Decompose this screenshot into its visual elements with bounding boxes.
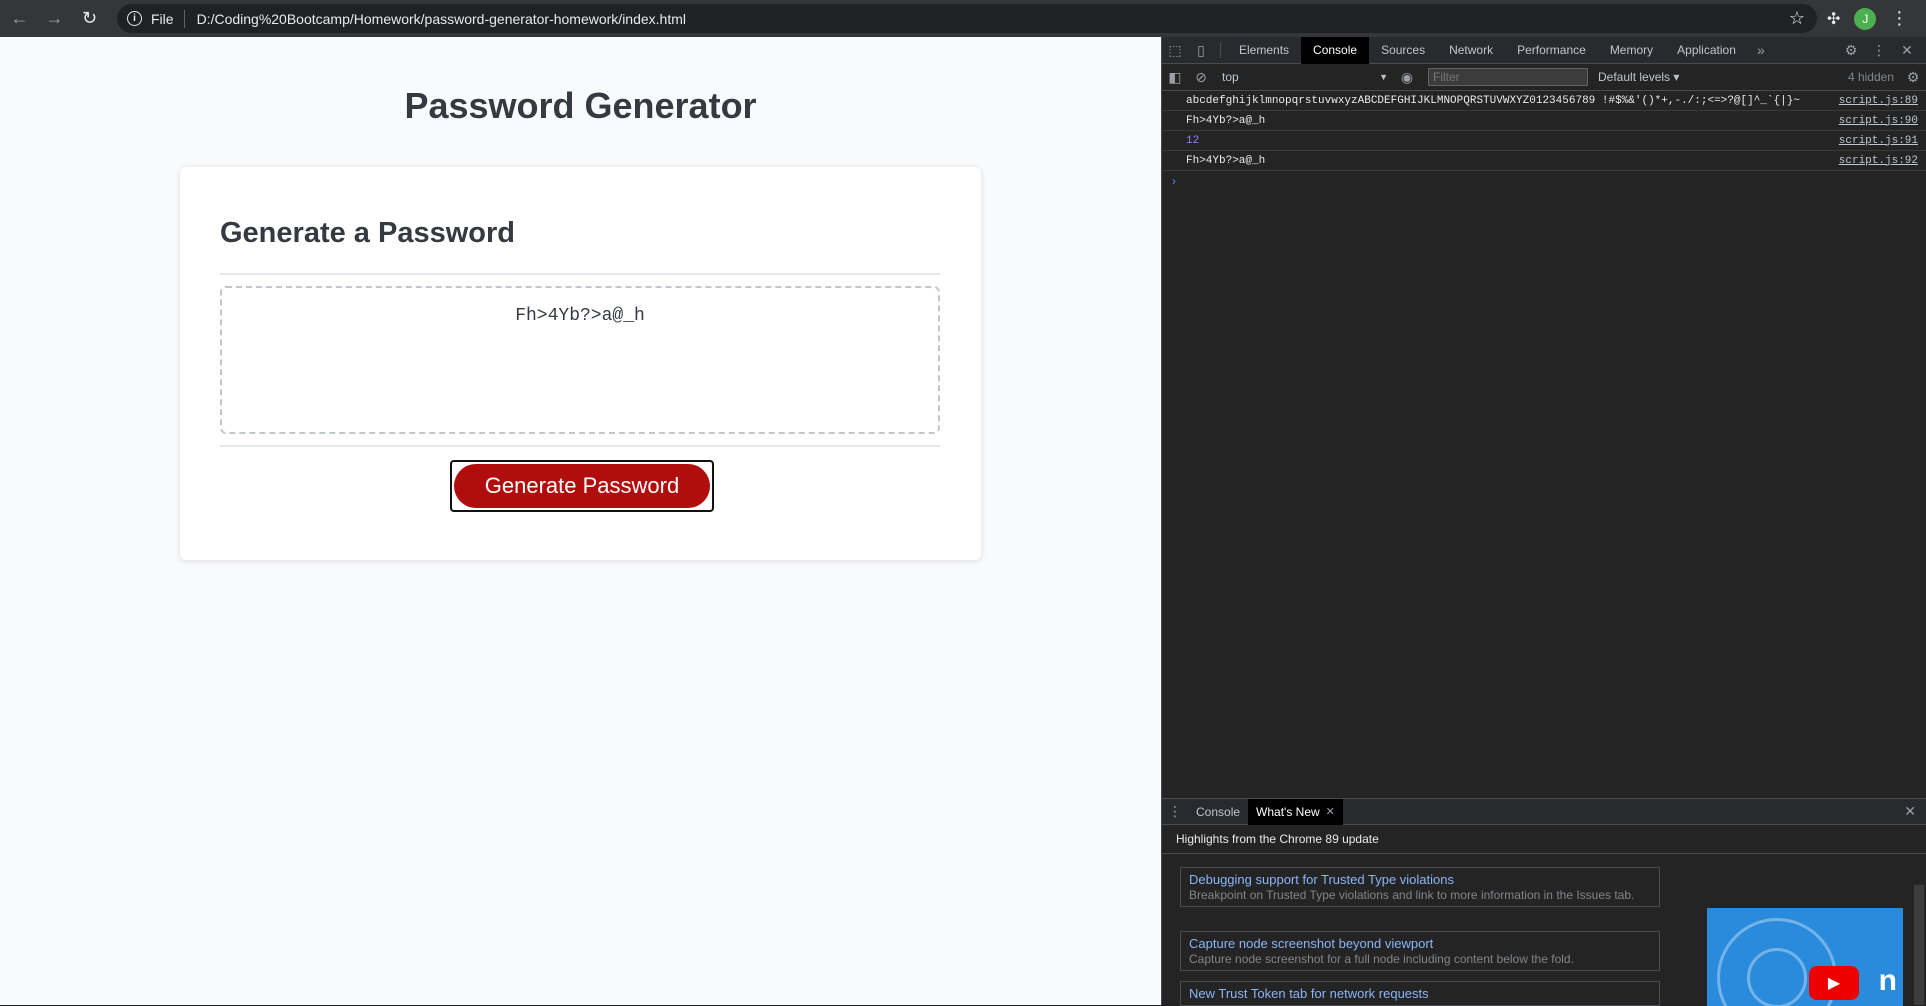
console-settings-icon[interactable]: ⚙ xyxy=(1900,64,1926,90)
settings-gear-icon[interactable]: ⚙ xyxy=(1838,37,1864,63)
chrome-menu-icon[interactable]: ⋮ xyxy=(1890,8,1908,29)
tab-application[interactable]: Application xyxy=(1665,37,1748,64)
tab-elements[interactable]: Elements xyxy=(1227,37,1301,64)
console-source-link[interactable]: script.js:89 xyxy=(1839,95,1918,107)
tab-memory[interactable]: Memory xyxy=(1598,37,1665,64)
card-divider-bottom xyxy=(220,445,940,447)
generate-password-label: Generate Password xyxy=(454,464,710,508)
card-divider-top xyxy=(220,273,940,275)
devtools-panel: ⬚ ▯ Elements Console Sources Network Per… xyxy=(1161,36,1926,1006)
more-tabs-icon[interactable]: » xyxy=(1748,37,1774,63)
console-filter-input[interactable] xyxy=(1428,68,1588,86)
context-selector[interactable]: top ▼ xyxy=(1214,67,1394,87)
drawer-tab-label: What's New xyxy=(1256,804,1320,819)
back-arrow-icon[interactable]: ← xyxy=(4,3,35,34)
whats-new-item[interactable]: Capture node screenshot beyond viewport … xyxy=(1180,931,1660,971)
thumbnail-ring xyxy=(1747,948,1807,1006)
close-devtools-icon[interactable]: ✕ xyxy=(1894,37,1920,63)
whats-new-item[interactable]: Debugging support for Trusted Type viola… xyxy=(1180,867,1660,907)
youtube-play-icon[interactable]: ▶ xyxy=(1809,966,1859,1000)
whats-new-item-title[interactable]: Debugging support for Trusted Type viola… xyxy=(1189,872,1651,887)
console-message-text: Fh>4Yb?>a@_h xyxy=(1186,114,1266,127)
whats-new-item[interactable]: New Trust Token tab for network requests xyxy=(1180,981,1660,1006)
thumbnail-letter: n xyxy=(1878,964,1897,997)
console-message: Fh>4Yb?>a@_h script.js:90 xyxy=(1162,111,1926,131)
url-separator xyxy=(183,9,185,28)
device-toolbar-icon[interactable]: ▯ xyxy=(1188,37,1214,63)
whats-new-video-thumbnail[interactable]: ▶ n xyxy=(1707,908,1903,1006)
whats-new-item-title[interactable]: New Trust Token tab for network requests xyxy=(1189,986,1651,1001)
tab-network[interactable]: Network xyxy=(1437,37,1505,64)
console-toolbar: ◧ ⊘ top ▼ ◉ Default levels ▾ 4 hidden ⚙ xyxy=(1162,64,1926,91)
console-message-text: Fh>4Yb?>a@_h xyxy=(1186,154,1266,167)
close-tab-icon[interactable]: ✕ xyxy=(1326,805,1335,818)
browser-toolbar: ← → ↻ i File D:/Coding%20Bootcamp/Homewo… xyxy=(0,0,1926,37)
card-title: Generate a Password xyxy=(220,217,515,249)
bookmark-star-icon[interactable]: ☆ xyxy=(1789,8,1805,29)
generator-card: Generate a Password Fh>4Yb?>a@_h Generat… xyxy=(180,167,981,560)
generate-password-button[interactable]: Generate Password xyxy=(450,460,714,512)
drawer-scrollbar[interactable] xyxy=(1914,885,1924,1005)
clear-console-icon[interactable]: ⊘ xyxy=(1188,64,1214,90)
forward-arrow-icon[interactable]: → xyxy=(39,3,70,34)
live-expression-eye-icon[interactable]: ◉ xyxy=(1394,64,1420,90)
devtools-tabbar: ⬚ ▯ Elements Console Sources Network Per… xyxy=(1162,36,1926,64)
password-output[interactable]: Fh>4Yb?>a@_h xyxy=(220,286,940,434)
extensions-icon[interactable]: ✣ xyxy=(1827,9,1840,29)
console-message: Fh>4Yb?>a@_h script.js:92 xyxy=(1162,151,1926,171)
whats-new-item-desc: Capture node screenshot for a full node … xyxy=(1189,952,1574,966)
devtools-menu-icon[interactable]: ⋮ xyxy=(1866,37,1892,63)
tab-performance[interactable]: Performance xyxy=(1505,37,1598,64)
dropdown-arrow-icon: ▼ xyxy=(1379,72,1388,82)
devtools-drawer: ⋮ Console What's New ✕ ✕ Highlights from… xyxy=(1162,798,1926,1006)
drawer-tab-console[interactable]: Console xyxy=(1188,799,1248,825)
prompt-chevron-icon: › xyxy=(1172,174,1176,188)
whats-new-item-desc: Breakpoint on Trusted Type violations an… xyxy=(1189,888,1635,902)
close-drawer-icon[interactable]: ✕ xyxy=(1904,803,1916,820)
log-levels-dropdown[interactable]: Default levels ▾ xyxy=(1598,70,1679,84)
url-text[interactable]: D:/Coding%20Bootcamp/Homework/password-g… xyxy=(197,11,686,27)
console-message-text: abcdefghijklmnopqrstuvwxyzABCDEFGHIJKLMN… xyxy=(1186,94,1800,107)
page-title: Password Generator xyxy=(404,85,757,126)
reload-icon[interactable]: ↻ xyxy=(74,3,105,34)
drawer-tabbar: ⋮ Console What's New ✕ ✕ xyxy=(1162,798,1926,825)
address-bar[interactable]: i File D:/Coding%20Bootcamp/Homework/pas… xyxy=(117,4,1817,33)
context-value: top xyxy=(1222,70,1239,84)
tab-separator xyxy=(1220,42,1221,58)
console-source-link[interactable]: script.js:90 xyxy=(1839,115,1918,127)
url-scheme: File xyxy=(151,10,174,27)
console-source-link[interactable]: script.js:91 xyxy=(1839,135,1918,147)
info-icon[interactable]: i xyxy=(127,11,142,26)
profile-avatar[interactable]: J xyxy=(1854,7,1877,30)
sidebar-toggle-icon[interactable]: ◧ xyxy=(1162,64,1188,90)
console-message: 12 script.js:91 xyxy=(1162,131,1926,151)
drawer-menu-icon[interactable]: ⋮ xyxy=(1162,799,1188,825)
inspect-element-icon[interactable]: ⬚ xyxy=(1162,37,1188,63)
drawer-tab-whats-new[interactable]: What's New ✕ xyxy=(1248,798,1343,825)
console-message-number: 12 xyxy=(1186,134,1200,147)
console-source-link[interactable]: script.js:92 xyxy=(1839,155,1918,167)
tab-sources[interactable]: Sources xyxy=(1369,37,1437,64)
tab-console[interactable]: Console xyxy=(1301,36,1370,64)
page-viewport: Password Generator Generate a Password F… xyxy=(0,37,1161,1005)
console-message: abcdefghijklmnopqrstuvwxyzABCDEFGHIJKLMN… xyxy=(1162,91,1926,111)
hidden-messages-count: 4 hidden xyxy=(1847,70,1894,84)
whats-new-heading: Highlights from the Chrome 89 update xyxy=(1162,825,1926,854)
console-prompt[interactable]: › xyxy=(1162,171,1926,191)
whats-new-item-title[interactable]: Capture node screenshot beyond viewport xyxy=(1189,936,1651,951)
